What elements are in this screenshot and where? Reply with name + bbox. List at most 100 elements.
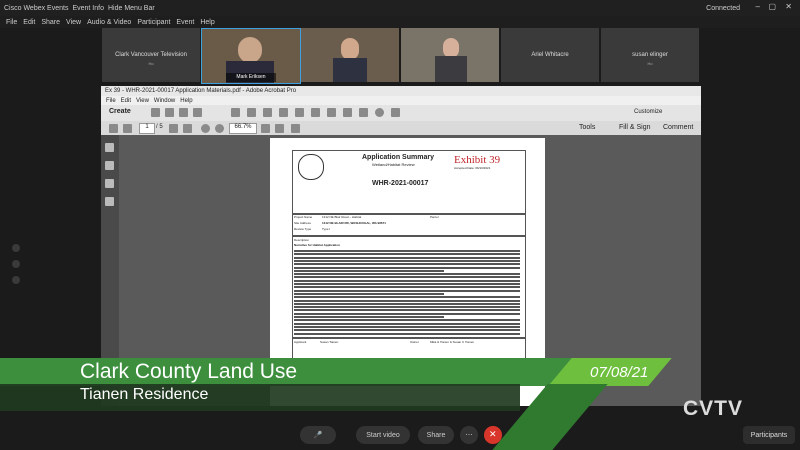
description-text-line [294, 325, 520, 328]
review-type: Type I [322, 227, 331, 231]
speaker-suit [333, 58, 367, 82]
mute-button[interactable]: 🎤 [300, 426, 336, 444]
maximize-icon[interactable]: ▢ [768, 2, 776, 11]
participant-role: Ho [148, 61, 154, 66]
attach-icon[interactable] [311, 108, 320, 117]
case-number: WHR-2021-00017 [372, 180, 429, 187]
comment-tab[interactable]: Comment [663, 124, 693, 131]
description-text-line [294, 329, 520, 332]
share-button[interactable]: Share [418, 426, 454, 444]
next-page-icon[interactable] [123, 124, 132, 133]
zoom-out-icon[interactable] [201, 124, 210, 133]
description-text-line [294, 302, 520, 305]
customize-button[interactable]: Customize [634, 109, 662, 115]
owner-label: Owner [410, 340, 419, 344]
acrobat-menu-view[interactable]: View [136, 98, 149, 104]
menu-help[interactable]: Help [200, 19, 214, 26]
description-text-line [294, 292, 444, 295]
zoom-in-icon[interactable] [12, 244, 20, 252]
app-title: Cisco Webex Events [4, 4, 69, 12]
acrobat-menu-edit[interactable]: Edit [121, 98, 131, 104]
pen-icon[interactable] [263, 108, 272, 117]
lower-third-subband [0, 384, 520, 411]
minimize-icon[interactable]: – [756, 2, 760, 11]
callout-icon[interactable] [343, 108, 352, 117]
site-address-label: Site Address [294, 221, 311, 225]
fit-width-icon[interactable] [275, 124, 284, 133]
select-icon[interactable] [169, 124, 178, 133]
description-text-line [294, 253, 520, 256]
event-info-button[interactable]: Event Info [72, 5, 104, 12]
participant-tile[interactable]: susan elinger Ho [601, 28, 699, 82]
participant-video[interactable] [401, 28, 499, 82]
description-text-line [294, 279, 520, 282]
close-icon[interactable]: ✕ [785, 2, 792, 11]
highlight-icon[interactable] [279, 108, 288, 117]
description-text-line [294, 296, 520, 299]
menu-view[interactable]: View [66, 19, 81, 26]
zoom-input[interactable]: 66.7% [229, 123, 257, 134]
zoom-out-icon[interactable] [12, 260, 20, 268]
stamp-icon[interactable] [295, 108, 304, 117]
prev-page-icon[interactable] [109, 124, 118, 133]
menu-edit[interactable]: Edit [23, 19, 35, 26]
signatures-icon[interactable] [105, 197, 114, 206]
participant-tile[interactable]: Clark Vancouver Television Ho [102, 28, 200, 82]
project-name-label: Project Name [294, 215, 313, 219]
menu-event[interactable]: Event [176, 19, 194, 26]
participant-video[interactable] [301, 28, 399, 82]
zoom-in-icon[interactable] [215, 124, 224, 133]
leave-button[interactable]: ✕ [484, 426, 502, 444]
email-icon[interactable] [193, 108, 202, 117]
acrobat-navigation-toolbar: 1 / 5 66.7% Tools Fill & Sign Comment [101, 121, 701, 136]
fit-page-icon[interactable] [261, 124, 270, 133]
create-button[interactable]: Create [109, 108, 131, 115]
line-icon[interactable] [391, 108, 400, 117]
participant-role: Ho [647, 61, 653, 66]
settings-icon[interactable] [231, 108, 240, 117]
sign-icon[interactable] [291, 124, 300, 133]
more-icon: ⋯ [465, 432, 473, 439]
hide-menu-button[interactable]: Hide Menu Bar [108, 5, 155, 12]
description-text-line [294, 263, 520, 266]
hand-icon[interactable] [183, 124, 192, 133]
page-number-input[interactable]: 1 [139, 123, 155, 134]
start-video-button[interactable]: Start video [356, 426, 410, 444]
participant-name: Ariel Whitacre [531, 52, 569, 58]
exhibit-label: Exhibit 39 [454, 154, 501, 166]
text-icon[interactable] [327, 108, 336, 117]
description-text-line [294, 332, 520, 335]
description-text-line [294, 289, 520, 292]
save-icon[interactable] [165, 108, 174, 117]
bookmarks-icon[interactable] [105, 161, 114, 170]
speaker-face [341, 38, 359, 60]
fill-sign-tab[interactable]: Fill & Sign [619, 124, 651, 131]
comment-icon[interactable] [247, 108, 256, 117]
tools-tab[interactable]: Tools [579, 124, 595, 131]
applicant-label: Applicant [294, 340, 307, 344]
description-text-line [294, 286, 520, 289]
menu-audio-video[interactable]: Audio & Video [87, 19, 131, 26]
acrobat-menu-file[interactable]: File [106, 98, 116, 104]
description-text-line [294, 276, 520, 279]
description-label: Description [294, 238, 310, 242]
pages-icon[interactable] [105, 143, 114, 152]
more-button[interactable]: ⋯ [460, 426, 478, 444]
lower-third-subtitle: Tianen Residence [80, 386, 209, 403]
attachments-icon[interactable] [105, 179, 114, 188]
fit-icon[interactable] [12, 276, 20, 284]
print-icon[interactable] [179, 108, 188, 117]
oval-icon[interactable] [375, 108, 384, 117]
participant-tile[interactable]: Ariel Whitacre [501, 28, 599, 82]
menu-participant[interactable]: Participant [137, 19, 170, 26]
participants-button[interactable]: Participants [743, 426, 795, 444]
acrobat-menu-window[interactable]: Window [154, 98, 175, 104]
acrobat-menu-help[interactable]: Help [180, 98, 192, 104]
menu-file[interactable]: File [6, 19, 17, 26]
participant-video-active[interactable]: Mark Eriksen [201, 28, 301, 84]
lower-third-title: Clark County Land Use [80, 360, 298, 383]
rectangle-icon[interactable] [359, 108, 368, 117]
open-icon[interactable] [151, 108, 160, 117]
menu-share[interactable]: Share [41, 19, 60, 26]
project-name: 1312 NE Blair Road – Habitat [322, 215, 362, 219]
